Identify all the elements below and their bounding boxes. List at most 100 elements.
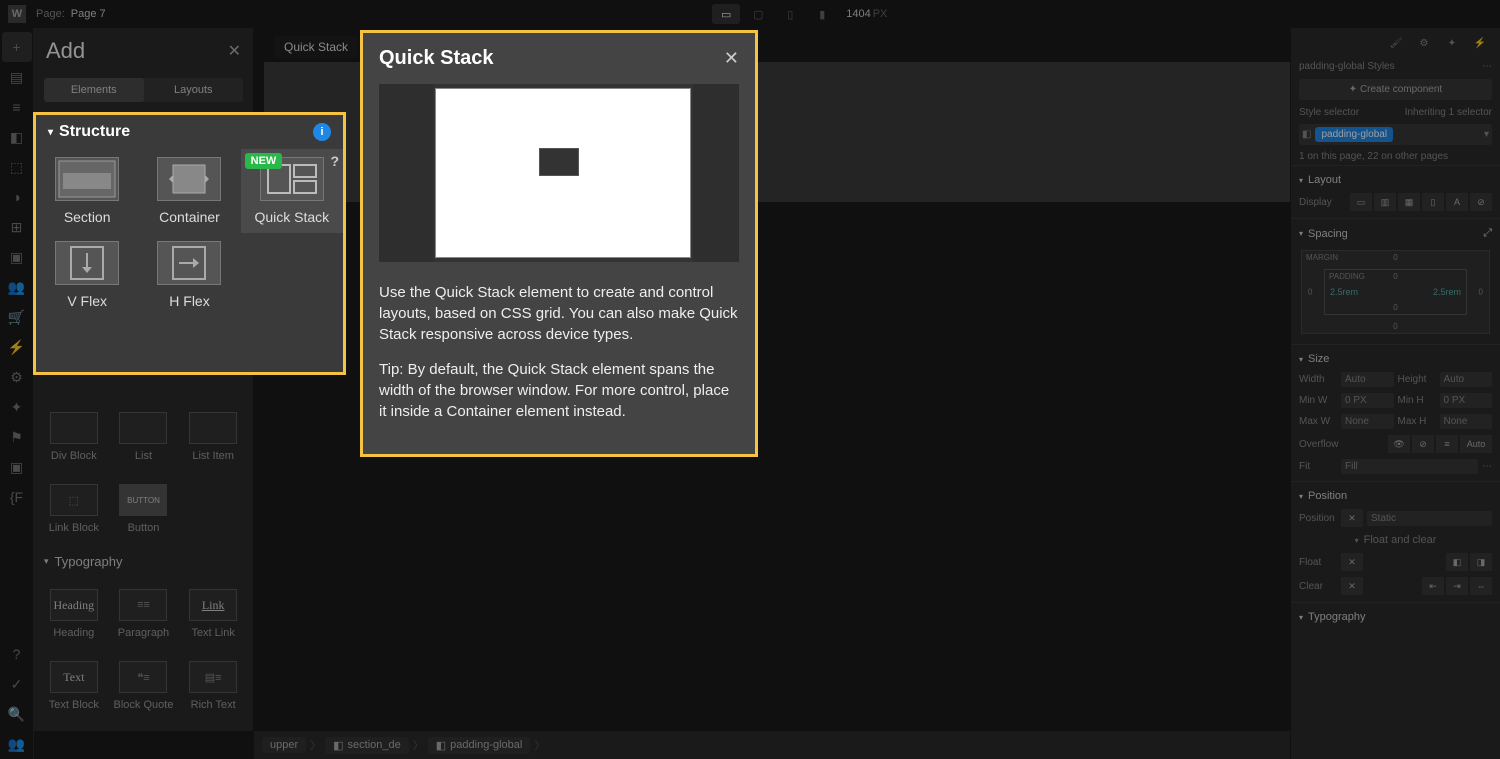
element-div-block[interactable]: Div Block	[40, 402, 108, 472]
nav-navigator-icon[interactable]: ≡	[2, 92, 32, 122]
float-left-icon[interactable]: ◧	[1446, 553, 1468, 571]
element-button[interactable]: BUTTONButton	[110, 474, 178, 544]
device-desktop-icon[interactable]: ▭	[712, 4, 740, 24]
display-grid-icon[interactable]: ▦	[1398, 193, 1420, 211]
close-modal-icon[interactable]: ✕	[724, 48, 739, 69]
element-text-link[interactable]: LinkText Link	[179, 579, 247, 649]
element-container[interactable]: Container	[138, 149, 240, 233]
nav-box-icon[interactable]: ▣	[2, 452, 32, 482]
info-icon[interactable]: i	[313, 123, 331, 141]
element-rich-text[interactable]: ▤≡Rich Text	[179, 651, 247, 721]
element-quick-stack[interactable]: NEW ? Quick Stack	[241, 149, 343, 233]
overflow-auto[interactable]: Auto	[1460, 435, 1492, 453]
settings-tab-icon[interactable]: ⚙	[1414, 33, 1434, 53]
position-reset-icon[interactable]: ✕	[1341, 509, 1363, 527]
nav-f-icon[interactable]: {F	[2, 482, 32, 512]
height-input[interactable]: Auto	[1440, 372, 1493, 387]
maxh-input[interactable]: None	[1440, 414, 1493, 429]
overflow-hidden-icon[interactable]: ⊘	[1412, 435, 1434, 453]
element-link-block[interactable]: ⬚Link Block	[40, 474, 108, 544]
nav-logic-icon[interactable]: ⚡	[2, 332, 32, 362]
interactions-tab-icon[interactable]: ✦	[1442, 33, 1462, 53]
element-block-quote[interactable]: ❝≡Block Quote	[110, 651, 178, 721]
display-none-icon[interactable]: ⊘	[1470, 193, 1492, 211]
minw-input[interactable]: 0 PX	[1341, 393, 1394, 408]
overflow-visible-icon[interactable]: 👁	[1388, 435, 1410, 453]
overflow-scroll-icon[interactable]: ≡	[1436, 435, 1458, 453]
nav-pages-icon[interactable]: ▤	[2, 62, 32, 92]
selector-count[interactable]: 1 on this page, 22 on other pages	[1299, 151, 1448, 162]
element-list-item[interactable]: List Item	[179, 402, 247, 472]
add-panel-icon[interactable]: +	[2, 32, 32, 62]
device-tablet-icon[interactable]: ▢	[744, 4, 772, 24]
clear-right-icon[interactable]: ⇥	[1446, 577, 1468, 595]
element-list[interactable]: List	[110, 402, 178, 472]
padding-left-value[interactable]: 2.5rem	[1330, 287, 1358, 297]
nav-components-icon[interactable]: ◧	[2, 122, 32, 152]
tab-elements[interactable]: Elements	[44, 78, 144, 102]
nav-users-icon[interactable]: 👥	[2, 272, 32, 302]
display-inlineblock-icon[interactable]: ▯	[1422, 193, 1444, 211]
check-icon[interactable]: ✓	[2, 669, 32, 699]
style-tab-icon[interactable]: 🖌	[1386, 33, 1406, 53]
crumb-upper[interactable]: upper	[262, 737, 306, 753]
spacing-section[interactable]: ▾Spacing⤢	[1291, 223, 1500, 244]
element-heading[interactable]: HeadingHeading	[40, 579, 108, 649]
webflow-logo[interactable]: W	[8, 5, 26, 23]
category-cms[interactable]: ▾CMS	[34, 725, 253, 731]
float-none-icon[interactable]: ✕	[1341, 553, 1363, 571]
fit-input[interactable]: Fill	[1341, 459, 1478, 474]
selector-dropdown-icon[interactable]: ▾	[1484, 129, 1489, 140]
category-typography[interactable]: ▾Typography	[34, 548, 253, 575]
crumb-padding-global[interactable]: ◧ padding-global	[428, 737, 531, 754]
class-chip[interactable]: padding-global	[1315, 127, 1393, 142]
minh-input[interactable]: 0 PX	[1440, 393, 1493, 408]
nav-apps-icon[interactable]: ✦	[2, 392, 32, 422]
nav-variables-icon[interactable]: ⬚	[2, 152, 32, 182]
spacing-expand-icon[interactable]: ⤢	[1483, 227, 1492, 240]
crumb-section[interactable]: ◧ section_de	[325, 737, 409, 754]
float-right-icon[interactable]: ◨	[1470, 553, 1492, 571]
display-block-icon[interactable]: ▭	[1350, 193, 1372, 211]
element-h-flex[interactable]: H Flex	[138, 233, 240, 317]
element-tag-chip[interactable]: Quick Stack	[274, 36, 358, 58]
device-mobile-l-icon[interactable]: ▯	[776, 4, 804, 24]
fit-more-icon[interactable]: ⋯	[1482, 461, 1492, 472]
nav-ecommerce-icon[interactable]: 🛒	[2, 302, 32, 332]
spacing-editor[interactable]: MARGIN 0 0 0 0 PADDING 0 0 2.5rem 2.5rem	[1301, 250, 1490, 334]
position-input[interactable]: Static	[1367, 511, 1492, 526]
device-mobile-icon[interactable]: ▮	[808, 4, 836, 24]
close-add-panel-icon[interactable]: ✕	[228, 41, 241, 61]
layout-section[interactable]: ▾Layout	[1291, 170, 1500, 190]
nav-cms-icon[interactable]: ⊞	[2, 212, 32, 242]
inheriting-info[interactable]: Inheriting 1 selector	[1405, 107, 1492, 118]
maxw-input[interactable]: None	[1341, 414, 1394, 429]
nav-settings-icon[interactable]: ⚙	[2, 362, 32, 392]
element-paragraph[interactable]: ≡≡Paragraph	[110, 579, 178, 649]
padding-right-value[interactable]: 2.5rem	[1433, 287, 1461, 297]
selector-type-icon[interactable]: ◧	[1302, 129, 1311, 140]
width-input[interactable]: Auto	[1341, 372, 1394, 387]
effects-tab-icon[interactable]: ⚡	[1470, 33, 1490, 53]
nav-audit-icon[interactable]: ⚑	[2, 422, 32, 452]
clear-left-icon[interactable]: ⇤	[1422, 577, 1444, 595]
position-section[interactable]: ▾Position	[1291, 486, 1500, 506]
tab-layouts[interactable]: Layouts	[144, 78, 244, 102]
element-section[interactable]: Section	[36, 149, 138, 233]
clear-none-icon[interactable]: ✕	[1341, 577, 1363, 595]
nav-styles-icon[interactable]: ◑	[2, 182, 32, 212]
help-question-icon[interactable]: ?	[330, 153, 339, 169]
element-v-flex[interactable]: V Flex	[36, 233, 138, 317]
create-component-button[interactable]: ✦ Create component	[1299, 79, 1492, 100]
clear-both-icon[interactable]: ⇔	[1470, 577, 1492, 595]
element-text-block[interactable]: TextText Block	[40, 651, 108, 721]
nav-assets-icon[interactable]: ▣	[2, 242, 32, 272]
people-icon[interactable]: 👥	[2, 729, 32, 759]
search-icon[interactable]: 🔍	[2, 699, 32, 729]
display-inline-icon[interactable]: A	[1446, 193, 1468, 211]
help-icon[interactable]: ?	[2, 639, 32, 669]
page-name[interactable]: Page 7	[71, 8, 106, 20]
typography-section[interactable]: ▾Typography	[1291, 607, 1500, 627]
size-section[interactable]: ▾Size	[1291, 349, 1500, 369]
display-flex-icon[interactable]: ▥	[1374, 193, 1396, 211]
